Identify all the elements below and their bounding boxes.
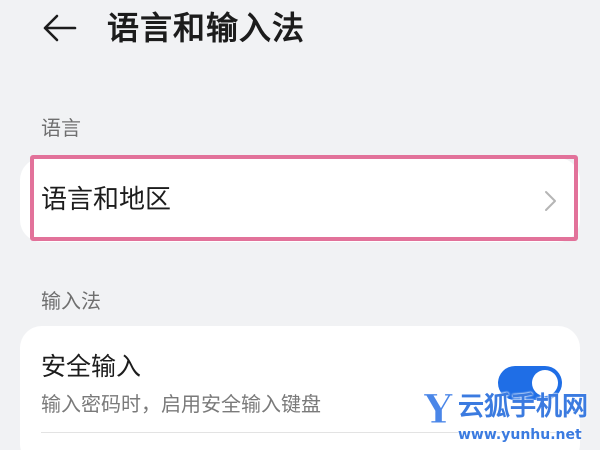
- secure-input-toggle[interactable]: [498, 366, 562, 400]
- language-and-region-item[interactable]: 语言和地区: [20, 158, 580, 242]
- section-label-language: 语言: [41, 116, 81, 140]
- settings-screen: 语言和输入法 语言 语言和地区 输入法 安全输入 输入密码时，启用安全输入键盘 …: [0, 0, 600, 450]
- divider: [41, 432, 560, 433]
- language-and-region-label: 语言和地区: [41, 185, 172, 215]
- toggle-knob: [532, 370, 558, 396]
- back-button[interactable]: [38, 8, 80, 48]
- chevron-right-icon: [545, 191, 556, 211]
- page-title: 语言和输入法: [107, 9, 306, 47]
- section-label-input-method: 输入法: [41, 289, 101, 313]
- secure-input-subtitle: 输入密码时，启用安全输入键盘: [41, 392, 321, 416]
- secure-input-title: 安全输入: [41, 352, 142, 381]
- arrow-left-icon: [43, 14, 77, 42]
- secure-input-item: 安全输入 输入密码时，启用安全输入键盘: [20, 326, 580, 432]
- header: 语言和输入法: [0, 0, 600, 70]
